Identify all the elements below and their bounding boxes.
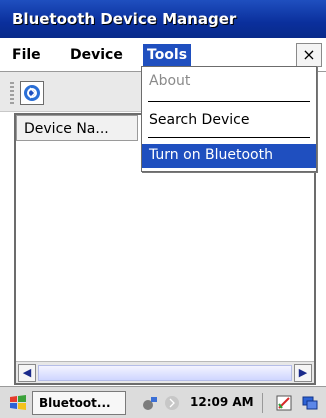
system-tray: 12:09 AM (134, 391, 326, 415)
menu-item-about[interactable]: About (149, 73, 190, 89)
window-title: Bluetooth Device Manager (12, 10, 237, 28)
clock: 12:09 AM (190, 395, 254, 409)
bluetooth-tray-icon[interactable] (164, 395, 180, 411)
menu-separator (148, 137, 310, 138)
menu-item-search-device[interactable]: Search Device (149, 112, 249, 128)
task-button-bluetooth[interactable]: Bluetoot... (32, 391, 126, 415)
close-button[interactable]: × (296, 43, 322, 67)
tray-divider (262, 393, 263, 413)
scroll-thumb[interactable] (38, 365, 292, 381)
bluetooth-app-icon (24, 85, 40, 101)
bluetooth-toolbar-button[interactable] (20, 81, 44, 105)
menu-file[interactable]: File (8, 44, 45, 66)
windows-flag-icon[interactable] (9, 394, 27, 412)
menu-item-turn-on-bluetooth[interactable]: Turn on Bluetooth (142, 144, 316, 168)
scroll-right-button[interactable]: ▶ (294, 364, 312, 382)
column-header-device-name[interactable]: Device Na... (16, 115, 138, 141)
menu-separator (148, 101, 310, 102)
title-bar: Bluetooth Device Manager (0, 0, 326, 38)
menu-device[interactable]: Device (66, 44, 127, 66)
toolbar-grip (10, 82, 14, 104)
scroll-left-button[interactable]: ◀ (18, 364, 36, 382)
menu-tools[interactable]: Tools (143, 44, 192, 66)
taskbar: Bluetoot... 12:09 AM (0, 386, 326, 418)
toolbar (0, 72, 145, 112)
network-icon[interactable] (142, 395, 158, 411)
horizontal-scrollbar[interactable]: ◀ ▶ (16, 361, 314, 383)
window-switch-icon[interactable] (302, 395, 318, 411)
pen-icon[interactable] (276, 395, 292, 411)
tools-menu: About Search Device Turn on Bluetooth (141, 66, 317, 172)
